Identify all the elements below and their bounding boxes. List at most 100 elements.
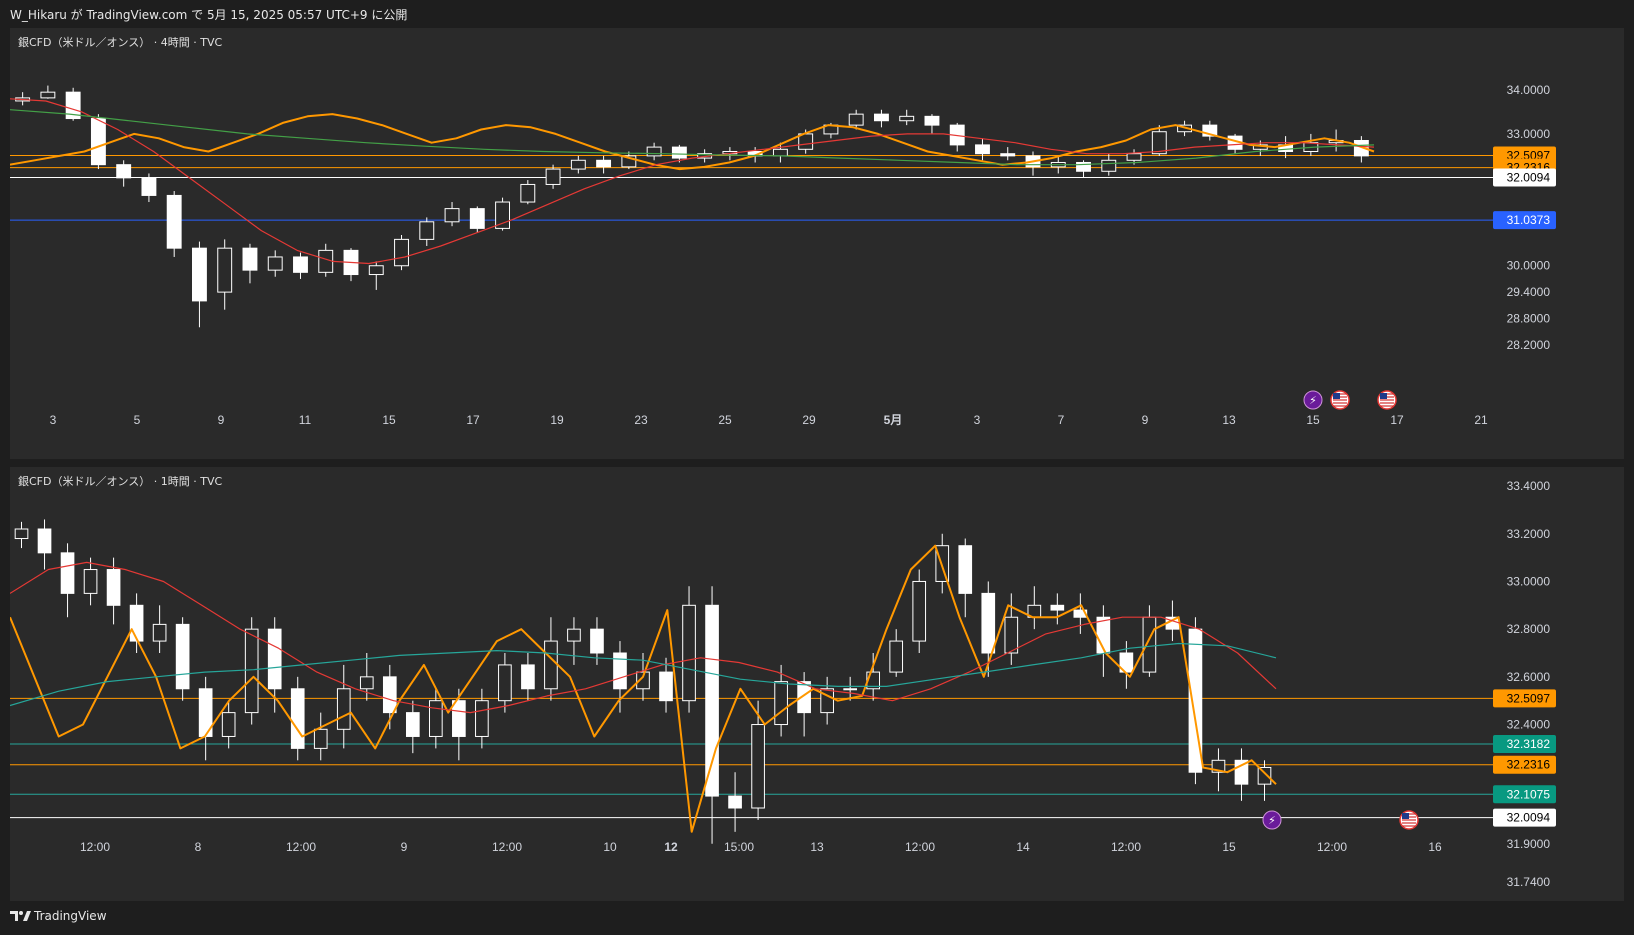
candle-body	[975, 144, 990, 155]
candle-body	[1101, 159, 1117, 172]
candle-body	[191, 247, 207, 302]
candle-body	[843, 688, 857, 691]
candle-body	[382, 676, 397, 714]
candle-body	[452, 700, 466, 737]
y-tick-label: 32.4000	[1507, 718, 1551, 732]
x-tick-label: 9	[401, 840, 408, 854]
candle-body	[106, 569, 121, 606]
candle-body	[899, 115, 915, 122]
x-tick-label: 7	[1058, 413, 1065, 427]
candle-body	[217, 247, 233, 293]
candle-body	[129, 604, 144, 642]
price-label: 32.3182	[1507, 737, 1551, 751]
candle-body	[116, 164, 132, 179]
footer-brand[interactable]: TradingView	[34, 909, 107, 923]
y-tick-label: 33.0000	[1507, 574, 1551, 588]
candle-body	[1126, 153, 1142, 161]
y-tick-label: 28.2000	[1507, 338, 1551, 352]
candle-body	[659, 671, 673, 702]
candle-body	[912, 580, 927, 642]
candle-body	[40, 91, 56, 99]
candle-body	[244, 628, 259, 714]
candle-body	[671, 146, 687, 159]
x-tick-label: 5月	[884, 413, 903, 427]
flag-canton	[1333, 393, 1340, 399]
y-tick-label: 33.0000	[1507, 127, 1551, 141]
y-tick-label: 29.4000	[1507, 285, 1551, 299]
candle-body	[772, 148, 788, 157]
x-tick-label: 19	[550, 413, 564, 427]
candle-body	[368, 265, 384, 276]
chart-pane-1h[interactable]: 銀CFD（米ドル／オンス） · 1時間 · TVC 33.4000 33.2000…	[10, 467, 1624, 901]
x-tick-label: 9	[1142, 413, 1149, 427]
ma_fast-line	[10, 98, 1375, 265]
candle-body	[166, 194, 182, 249]
candle-body	[405, 712, 420, 737]
candle-body	[521, 664, 535, 690]
candle-body	[1257, 766, 1272, 785]
x-tick-label: 12:00	[905, 840, 935, 854]
candle-body	[175, 623, 190, 690]
y-tick-label: 28.8000	[1507, 311, 1551, 325]
y-tick-label: 32.8000	[1507, 622, 1551, 636]
x-tick-label: 12:00	[1317, 840, 1347, 854]
candle-body	[141, 177, 157, 196]
smooth-line	[10, 113, 1375, 171]
candle-body	[596, 159, 612, 168]
x-tick-label: 12:00	[80, 840, 110, 854]
chart-title: 銀CFD（米ドル／オンス） · 4時間 · TVC	[18, 36, 223, 49]
x-tick-label: 12:00	[286, 840, 316, 854]
x-tick-label: 15	[382, 413, 396, 427]
tradingview-logo-icon[interactable]	[10, 910, 32, 922]
y-tick-label: 31.7400	[1507, 875, 1551, 889]
candle-body	[590, 628, 604, 654]
candle-body	[14, 528, 29, 540]
price-label: 32.1075	[1507, 787, 1551, 801]
x-tick-label: 17	[1390, 413, 1404, 427]
x-tick-label: 16	[1428, 840, 1442, 854]
x-tick-label: 17	[466, 413, 480, 427]
candle-body	[293, 256, 308, 273]
x-tick-label: 13	[1222, 413, 1236, 427]
us-flag-icon	[1330, 390, 1350, 410]
chart-pane-4h[interactable]: 銀CFD（米ドル／オンス） · 4時間 · TVC 34.0000 33.0000…	[10, 28, 1624, 459]
price-label: 32.0094	[1507, 811, 1551, 825]
x-tick-label: 15	[1222, 840, 1236, 854]
flash-icon-glyph: ⚡	[1268, 814, 1276, 827]
candle-body	[774, 681, 788, 726]
header-text: W_Hikaru が TradingView.com で 5月 15, 2025…	[10, 8, 408, 22]
x-tick-label: 29	[802, 413, 816, 427]
y-tick-label: 31.9000	[1507, 837, 1551, 851]
candle-body	[570, 159, 586, 170]
candle-body	[1050, 604, 1065, 611]
chart-svg-1h[interactable]: 33.4000 33.2000 33.0000 32.8000 32.6000 32.40…	[10, 467, 1624, 901]
us-flag-icon	[1377, 390, 1397, 410]
candle-body	[37, 528, 52, 554]
y-tick-label: 32.6000	[1507, 670, 1551, 684]
candle-body	[394, 238, 409, 267]
flag-canton	[1380, 393, 1387, 399]
candle-body	[848, 113, 864, 126]
candle-body	[1000, 153, 1016, 157]
x-tick-label: 23	[634, 413, 648, 427]
x-tick-label: 15:00	[724, 840, 754, 854]
candle-body	[290, 688, 305, 749]
candle-body	[242, 247, 258, 271]
candle-body	[545, 168, 561, 185]
x-tick-label: 21	[1474, 413, 1488, 427]
candle-body	[429, 700, 443, 737]
candle-body	[336, 688, 351, 730]
x-tick-label: 3	[50, 413, 57, 427]
candle-body	[444, 208, 460, 223]
candle-body	[924, 115, 940, 126]
x-tick-label: 11	[299, 413, 312, 427]
x-tick-label: 3	[974, 413, 981, 427]
candle-body	[60, 552, 75, 594]
flash-icon: ⚡	[1303, 390, 1323, 410]
chart-svg-4h[interactable]: 34.0000 33.0000 30.0000 29.4000 28.8000 28.20…	[10, 28, 1624, 459]
candle-body	[469, 208, 485, 229]
candle-body	[1004, 616, 1019, 654]
candle-body	[567, 628, 581, 642]
x-tick-label: 15	[1306, 413, 1320, 427]
price-label: 32.2316	[1507, 758, 1551, 772]
